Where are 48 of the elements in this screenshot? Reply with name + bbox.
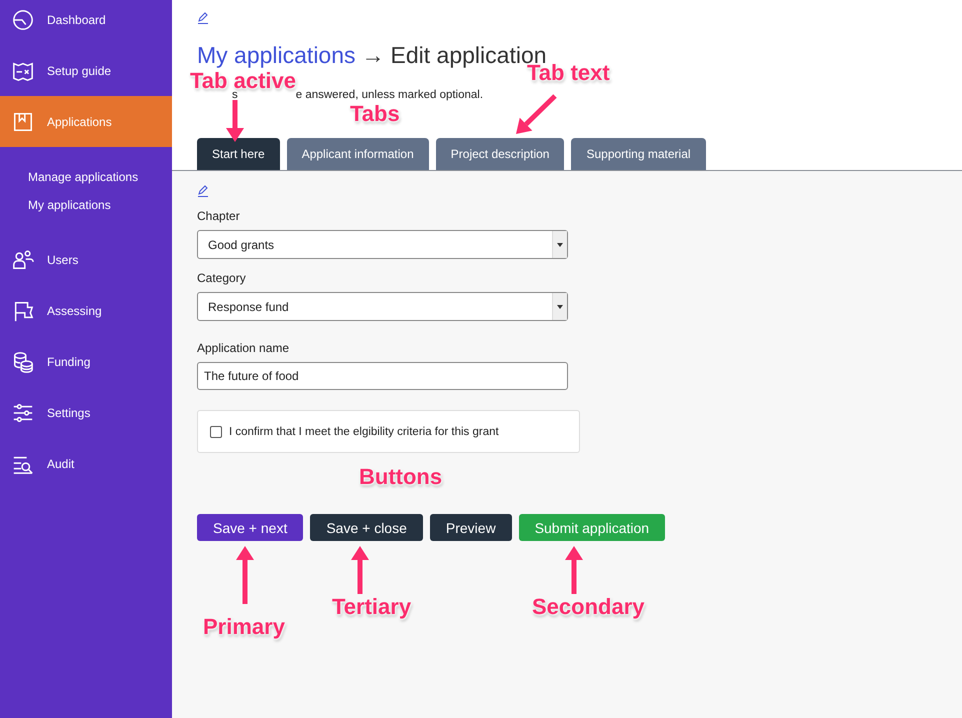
tab[interactable]: Supporting material (571, 138, 706, 170)
coins-icon (12, 350, 34, 372)
caret-icon (557, 304, 563, 308)
map-icon (12, 60, 34, 82)
field-label: Chapter (197, 209, 241, 223)
arrow (351, 546, 369, 594)
sidebar-item[interactable]: Audit (0, 438, 172, 489)
dropdown[interactable]: Response fund (197, 292, 568, 321)
annotation-label: Primary (203, 614, 285, 640)
checkbox[interactable] (210, 426, 222, 438)
breadcrumb-separator: → (362, 41, 385, 70)
flag-icon (12, 300, 34, 322)
sidebar-item[interactable]: Settings (0, 387, 172, 438)
annotation-label: Secondary (532, 594, 644, 620)
submenu-item[interactable]: My applications (28, 191, 172, 219)
sliders-icon (12, 402, 34, 424)
field-label: Category (197, 271, 247, 285)
arrow (226, 100, 244, 142)
annotation-label: Tabs (350, 101, 400, 127)
sidebar-item[interactable]: Dashboard (0, 0, 172, 45)
input-field[interactable]: The future of food (197, 362, 568, 390)
submenu-item[interactable]: Manage applications (28, 163, 172, 191)
tab[interactable]: Project description (436, 138, 564, 170)
sidebar-item[interactable]: Setup guide (0, 45, 172, 96)
dropdown[interactable]: Good grants (197, 230, 568, 259)
annotation-label: Buttons (359, 464, 442, 490)
field-label: Application name (197, 341, 290, 355)
users-icon (12, 248, 34, 270)
edit-icon[interactable] (197, 185, 209, 197)
arrow (236, 546, 254, 604)
edit-icon[interactable] (197, 12, 209, 24)
action-button[interactable]: Preview (430, 514, 512, 541)
sidebar-item[interactable]: Users (0, 234, 172, 285)
caret-icon (557, 242, 563, 246)
bookmark-icon (12, 110, 34, 132)
annotation-label: Tertiary (332, 594, 412, 620)
hint-text: e answered, unless marked optional. (296, 89, 484, 103)
breadcrumb-link[interactable]: My applications (197, 40, 356, 70)
action-button[interactable]: Save + next (197, 514, 304, 541)
tab[interactable]: Applicant information (286, 138, 429, 170)
gauge-icon (12, 8, 34, 30)
tab[interactable]: Start here (197, 138, 280, 170)
arrow (565, 546, 583, 594)
sidebar-item[interactable]: Funding (0, 336, 172, 387)
arrow (516, 94, 557, 134)
sidebar-item[interactable]: Assessing (0, 285, 172, 336)
action-button[interactable]: Save + close (310, 514, 423, 541)
checkbox-label: I confirm that I meet the elgibility criteria for this grant (229, 426, 499, 438)
